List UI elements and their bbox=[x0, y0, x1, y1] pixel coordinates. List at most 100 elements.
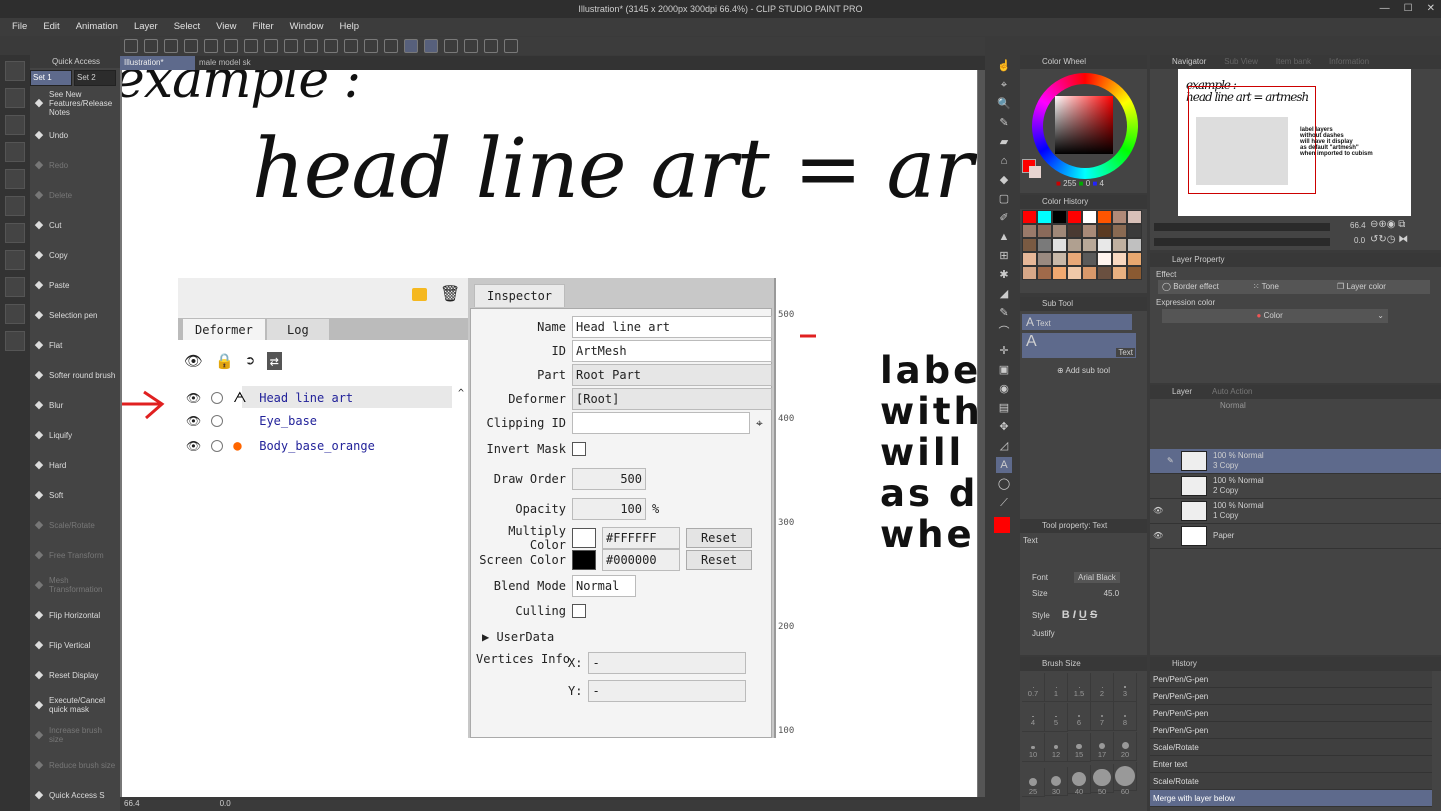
palette-dock-button[interactable] bbox=[5, 250, 25, 270]
brush-size-option[interactable]: 15 bbox=[1068, 732, 1091, 762]
tool-button[interactable]: ✱ bbox=[996, 267, 1012, 283]
color-history-swatch[interactable] bbox=[1127, 252, 1142, 266]
tool-button[interactable]: ◢ bbox=[996, 286, 1012, 302]
history-item[interactable]: Scale/Rotate bbox=[1150, 739, 1432, 756]
history-item[interactable]: Merge with layer below bbox=[1150, 790, 1432, 807]
tab-layer[interactable]: Layer bbox=[1172, 385, 1192, 399]
eye-icon[interactable]: 👁 bbox=[1153, 531, 1167, 541]
color-history-swatch[interactable] bbox=[1097, 238, 1112, 252]
color-history-swatch[interactable] bbox=[1022, 266, 1037, 280]
toolbar-button[interactable] bbox=[264, 39, 278, 53]
canvas-paper[interactable]: example : head line art = artm labe with… bbox=[122, 70, 977, 797]
brush-size-option[interactable]: 5 bbox=[1045, 702, 1068, 732]
history-item[interactable]: Pen/Pen/G-pen bbox=[1150, 722, 1432, 739]
brush-size-option[interactable]: 40 bbox=[1068, 765, 1091, 796]
color-history-swatch[interactable] bbox=[1112, 224, 1127, 238]
brush-size-option[interactable]: 17 bbox=[1091, 732, 1114, 762]
brush-size-option[interactable]: 25 bbox=[1022, 768, 1045, 798]
quick-access-item[interactable]: ◆ Reduce brush size bbox=[30, 750, 120, 780]
toolbar-button[interactable] bbox=[124, 39, 138, 53]
rotate-buttons[interactable]: ↺↻◷ ⧓ bbox=[1370, 234, 1408, 245]
toolbar-button[interactable] bbox=[164, 39, 178, 53]
quick-access-item[interactable]: ◆ Mesh Transformation bbox=[30, 570, 120, 600]
navigator-preview[interactable]: example : head line art = artmesh label … bbox=[1178, 69, 1411, 216]
sub-tool-card[interactable]: A Text bbox=[1022, 333, 1136, 358]
bold-italic-underline-buttons[interactable]: B I U S bbox=[1062, 609, 1097, 621]
tool-button[interactable]: ⊞ bbox=[996, 248, 1012, 264]
quick-access-item[interactable]: ◆ Flip Vertical bbox=[30, 630, 120, 660]
brush-size-option[interactable]: 2 bbox=[1091, 673, 1114, 703]
menu-window[interactable]: Window bbox=[290, 18, 324, 36]
main-color-swatch[interactable] bbox=[994, 517, 1010, 533]
toolbar-button[interactable] bbox=[484, 39, 498, 53]
palette-dock-button[interactable] bbox=[5, 88, 25, 108]
close-button[interactable]: ✕ bbox=[1427, 0, 1435, 18]
toolbar-button[interactable] bbox=[244, 39, 258, 53]
tool-button[interactable]: ◆ bbox=[996, 172, 1012, 188]
toolbar-button[interactable] bbox=[444, 39, 458, 53]
palette-dock-button[interactable] bbox=[5, 142, 25, 162]
color-history-swatch[interactable] bbox=[1127, 238, 1142, 252]
history-item[interactable]: Enter text bbox=[1150, 756, 1432, 773]
palette-dock-button[interactable] bbox=[5, 196, 25, 216]
tool-button[interactable]: ▤ bbox=[996, 400, 1012, 416]
sub-tool-text[interactable]: A Text bbox=[1022, 314, 1132, 330]
brush-size-option[interactable]: 0.7 bbox=[1022, 673, 1045, 703]
color-history-swatch[interactable] bbox=[1037, 210, 1052, 224]
brush-size-option[interactable]: 8 bbox=[1114, 702, 1137, 732]
toolbar-button[interactable] bbox=[344, 39, 358, 53]
palette-dock-button[interactable] bbox=[5, 331, 25, 351]
color-history-swatch[interactable] bbox=[1082, 210, 1097, 224]
brush-size-option[interactable]: 6 bbox=[1068, 702, 1091, 732]
tool-button[interactable]: A bbox=[996, 457, 1012, 473]
quick-access-item[interactable]: ◆ Execute/Cancel quick mask bbox=[30, 690, 120, 720]
tool-button[interactable]: 🔍 bbox=[996, 96, 1012, 112]
color-history-swatch[interactable] bbox=[1052, 266, 1067, 280]
color-history-swatch[interactable] bbox=[1052, 252, 1067, 266]
history-item[interactable]: Pen/Pen/G-pen bbox=[1150, 671, 1432, 688]
eye-icon[interactable]: 👁 bbox=[1153, 506, 1167, 516]
quick-access-item[interactable]: ◆ See New Features/Release Notes bbox=[30, 86, 120, 120]
color-history-swatch[interactable] bbox=[1022, 224, 1037, 238]
toolbar-button[interactable] bbox=[404, 39, 418, 53]
color-history-swatch[interactable] bbox=[1037, 238, 1052, 252]
tool-button[interactable]: ⟋ bbox=[996, 495, 1012, 511]
color-history-swatch[interactable] bbox=[1082, 224, 1097, 238]
color-history-swatch[interactable] bbox=[1097, 252, 1112, 266]
canvas-area[interactable]: example : head line art = artm labe with… bbox=[120, 70, 985, 797]
brush-size-option[interactable]: 12 bbox=[1045, 733, 1068, 763]
toolbar-button[interactable] bbox=[384, 39, 398, 53]
quick-access-item[interactable]: ◆ Reset Display bbox=[30, 660, 120, 690]
layer-row[interactable]: ✎ 100 % Normal 3 Copy bbox=[1150, 449, 1441, 474]
tab-auto-action[interactable]: Auto Action bbox=[1212, 385, 1252, 399]
quick-access-item[interactable]: ◆ Soft bbox=[30, 480, 120, 510]
zoom-slider[interactable] bbox=[1154, 223, 1330, 231]
color-history-swatch[interactable] bbox=[1067, 266, 1082, 280]
tool-button[interactable]: ✐ bbox=[996, 210, 1012, 226]
menu-edit[interactable]: Edit bbox=[43, 18, 59, 36]
color-history-swatch[interactable] bbox=[1067, 238, 1082, 252]
brush-size-option[interactable]: 60 bbox=[1114, 762, 1137, 796]
layer-color-button[interactable]: ❐ Layer color bbox=[1337, 280, 1386, 294]
tool-button[interactable]: ✛ bbox=[996, 343, 1012, 359]
font-select[interactable]: Arial Black bbox=[1074, 572, 1120, 583]
brush-size-option[interactable]: 7 bbox=[1091, 702, 1114, 732]
brush-size-option[interactable]: 50 bbox=[1091, 763, 1114, 796]
color-history-swatch[interactable] bbox=[1037, 252, 1052, 266]
color-history-swatch[interactable] bbox=[1037, 266, 1052, 280]
color-history-swatch[interactable] bbox=[1112, 210, 1127, 224]
color-history-swatch[interactable] bbox=[1052, 238, 1067, 252]
color-history-swatch[interactable] bbox=[1022, 252, 1037, 266]
color-history-swatch[interactable] bbox=[1112, 266, 1127, 280]
toolbar-button[interactable] bbox=[324, 39, 338, 53]
quick-access-item[interactable]: ◆ Paste bbox=[30, 270, 120, 300]
palette-dock-button[interactable] bbox=[5, 223, 25, 243]
color-history-swatch[interactable] bbox=[1127, 210, 1142, 224]
history-item[interactable]: Pen/Pen/G-pen bbox=[1150, 705, 1432, 722]
add-sub-tool-button[interactable]: ⊕ Add sub tool bbox=[1020, 366, 1147, 375]
color-history-swatch[interactable] bbox=[1022, 238, 1037, 252]
tool-button[interactable]: ◯ bbox=[996, 476, 1012, 492]
quick-access-item[interactable]: ◆ Cut bbox=[30, 210, 120, 240]
quick-access-item[interactable]: ◆ Quick Access S bbox=[30, 780, 120, 810]
brush-size-option[interactable]: 1.5 bbox=[1068, 673, 1091, 703]
